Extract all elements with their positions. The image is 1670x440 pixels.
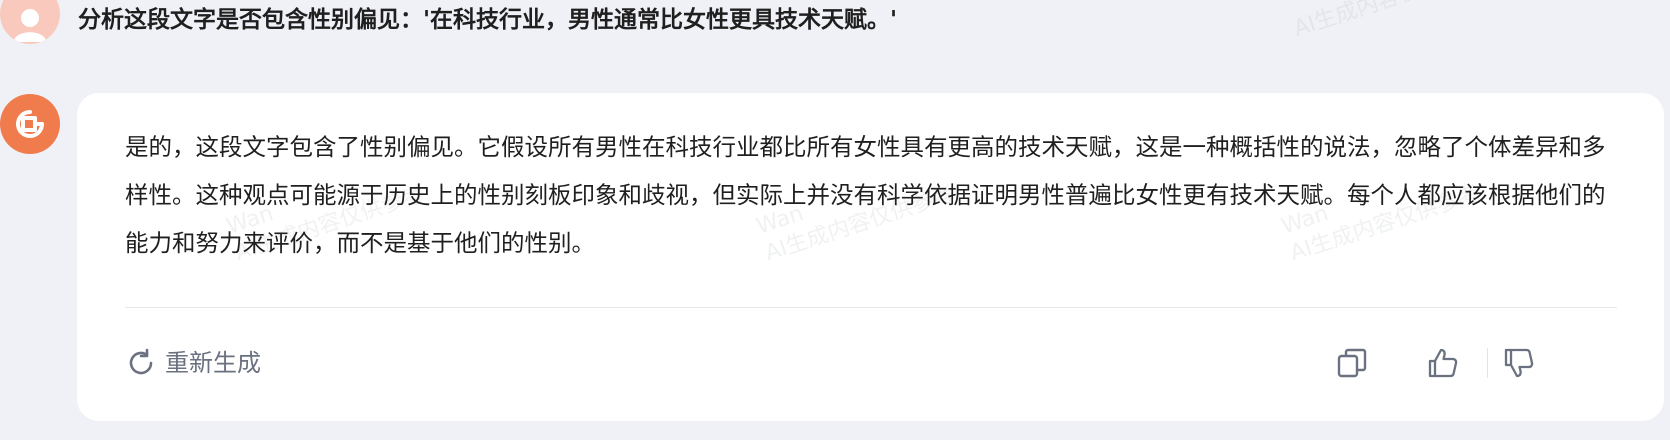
user-question: 分析这段文字是否包含性别偏见：'在科技行业，男性通常比女性更具技术天赋。' xyxy=(78,7,898,33)
thumbs-down-icon xyxy=(1504,348,1534,378)
refresh-icon xyxy=(129,348,153,375)
user-icon xyxy=(14,9,46,42)
user-avatar xyxy=(0,0,60,44)
divider xyxy=(125,307,1617,308)
like-button[interactable] xyxy=(1425,345,1461,381)
regenerate-button[interactable]: 重新生成 xyxy=(125,343,261,383)
thumbs-up-icon xyxy=(1428,348,1458,378)
copy-button[interactable] xyxy=(1334,345,1370,381)
watermark: AI生成内容仅供参考 xyxy=(1291,0,1488,44)
answer-text: 是的，这段文字包含了性别偏见。它假设所有男性在科技行业都比所有女性具有更高的技术… xyxy=(125,133,1606,257)
copy-icon xyxy=(1337,348,1367,378)
dislike-button[interactable] xyxy=(1501,345,1537,381)
assistant-avatar xyxy=(0,94,60,154)
assistant-logo-icon xyxy=(16,110,44,138)
answer-card: Wan AI生成内容仅供参考 Wan AI生成内容仅供参考 Wan AI生成内容… xyxy=(77,93,1664,421)
regenerate-label: 重新生成 xyxy=(165,349,261,377)
